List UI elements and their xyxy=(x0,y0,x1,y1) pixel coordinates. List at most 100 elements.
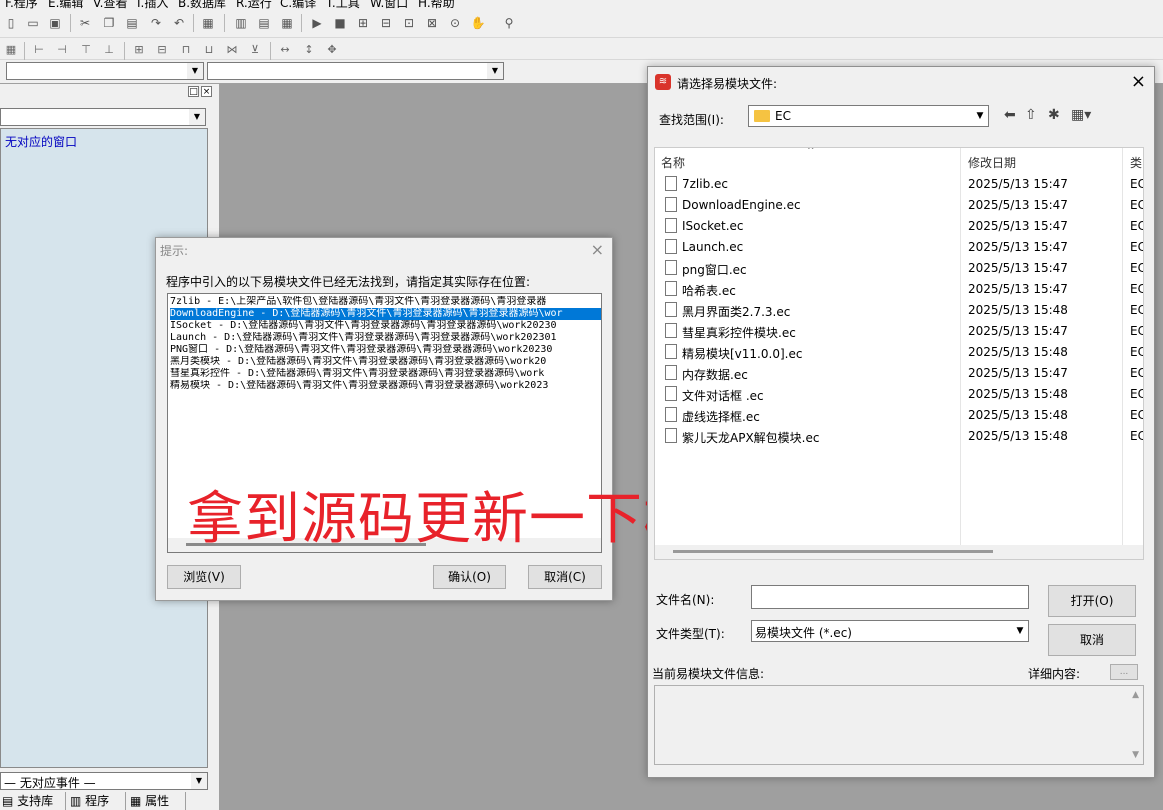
file-row[interactable]: 7zlib.ec 2025/5/13 15:47 EC xyxy=(655,174,1143,195)
list-item[interactable]: 黑月类模块 - D:\登陆器源码\青羽文件\青羽登录器源码\青羽登录器源码\wo… xyxy=(170,356,601,368)
find-icon[interactable]: ▦ xyxy=(199,14,217,32)
step-out-icon[interactable]: ⊡ xyxy=(400,14,418,32)
menu-database[interactable]: B.数据库 xyxy=(178,0,226,10)
details-button[interactable]: ... xyxy=(1110,664,1138,680)
open-button[interactable]: 打开(O) xyxy=(1048,585,1136,617)
file-row[interactable]: 内存数据.ec 2025/5/13 15:47 EC xyxy=(655,363,1143,384)
list-item-selected[interactable]: DownloadEngine - D:\登陆器源码\青羽文件\青羽登录器源码\青… xyxy=(170,308,601,320)
stop-icon[interactable]: ■ xyxy=(331,14,349,32)
file-row[interactable]: 紫儿天龙APX解包模块.ec 2025/5/13 15:48 EC xyxy=(655,426,1143,447)
cancel-button[interactable]: 取消 xyxy=(1048,624,1136,656)
undo-icon[interactable]: ↶ xyxy=(170,14,188,32)
file-list[interactable]: ^ 名称 修改日期 类 7zlib.ec 2025/5/13 15:47 EC … xyxy=(654,147,1144,560)
column-header-type[interactable]: 类 xyxy=(1130,154,1142,171)
file-row[interactable]: ISocket.ec 2025/5/13 15:47 EC xyxy=(655,216,1143,237)
hand-icon[interactable]: ✋ xyxy=(469,14,487,32)
list-item[interactable]: 精易模块 - D:\登陆器源码\青羽文件\青羽登录器源码\青羽登录器源码\wor… xyxy=(170,380,601,392)
menu-help[interactable]: H.帮助 xyxy=(418,0,455,10)
close-icon[interactable]: × xyxy=(591,240,604,259)
layout-2-icon[interactable]: ▤ xyxy=(255,14,273,32)
space-h-icon[interactable]: ⋈ xyxy=(223,40,241,58)
close-icon[interactable]: × xyxy=(201,86,212,97)
align-right-icon[interactable]: ⊣ xyxy=(53,40,71,58)
list-item[interactable]: ISocket - D:\登陆器源码\青羽文件\青羽登录器源码\青羽登录器源码\… xyxy=(170,320,601,332)
layout-1-icon[interactable]: ▥ xyxy=(232,14,250,32)
redo-icon[interactable]: ↷ xyxy=(147,14,165,32)
file-row[interactable]: DownloadEngine.ec 2025/5/13 15:47 EC xyxy=(655,195,1143,216)
file-icon xyxy=(665,323,677,338)
open-folder-icon[interactable]: ▭ xyxy=(24,14,42,32)
same-height-icon[interactable]: ⊓ xyxy=(177,40,195,58)
new-folder-icon[interactable]: ✱ xyxy=(1048,107,1060,123)
cancel-button[interactable]: 取消(C) xyxy=(528,565,602,589)
scroll-down-icon[interactable]: ▼ xyxy=(1132,750,1139,760)
method-combo[interactable]: ▼ xyxy=(207,62,504,80)
scrollbar-thumb[interactable] xyxy=(673,550,993,553)
center-v-icon[interactable]: ⊟ xyxy=(153,40,171,58)
tab-support-library[interactable]: ▤ 支持库 xyxy=(0,792,66,810)
file-row[interactable]: Launch.ec 2025/5/13 15:47 EC xyxy=(655,237,1143,258)
tab-program[interactable]: ▥ 程序 xyxy=(68,792,126,810)
back-arrow-icon[interactable]: ⬅ xyxy=(1004,107,1016,123)
horizontal-scrollbar[interactable] xyxy=(655,545,1143,559)
object-combo[interactable]: ▼ xyxy=(0,108,206,126)
close-icon[interactable]: × xyxy=(1131,71,1146,92)
menu-program[interactable]: F.程序 xyxy=(5,0,38,10)
binoculars-icon[interactable]: ⚲ xyxy=(500,14,518,32)
step-over-icon[interactable]: ⊟ xyxy=(377,14,395,32)
align-top-icon[interactable]: ⊤ xyxy=(77,40,95,58)
browse-button[interactable]: 浏览(V) xyxy=(167,565,241,589)
save-icon[interactable]: ▣ xyxy=(46,14,64,32)
scroll-up-icon[interactable]: ▲ xyxy=(1132,690,1139,700)
filename-input[interactable] xyxy=(751,585,1029,609)
list-item[interactable]: 7zlib - E:\上架产品\软件包\登陆器源码\青羽文件\青羽登录器源码\青… xyxy=(170,296,601,308)
restore-icon[interactable]: □ xyxy=(188,86,199,97)
file-row[interactable]: 精易模块[v11.0.0].ec 2025/5/13 15:48 EC xyxy=(655,342,1143,363)
new-file-icon[interactable]: ▯ xyxy=(2,14,20,32)
column-header-date[interactable]: 修改日期 xyxy=(968,154,1016,171)
filetype-select[interactable]: 易模块文件 (*.ec) ▼ xyxy=(751,620,1029,642)
center-h-icon[interactable]: ⊞ xyxy=(130,40,148,58)
same-width-icon[interactable]: ⊔ xyxy=(200,40,218,58)
menu-insert[interactable]: I.插入 xyxy=(137,0,168,10)
paste-icon[interactable]: ▤ xyxy=(123,14,141,32)
column-header-name[interactable]: 名称 xyxy=(661,154,685,171)
fit-width-icon[interactable]: ↔ xyxy=(276,40,294,58)
list-item[interactable]: Launch - D:\登陆器源码\青羽文件\青羽登录器源码\青羽登录器源码\w… xyxy=(170,332,601,344)
view-menu-icon[interactable]: ▦▾ xyxy=(1071,107,1091,123)
file-row[interactable]: 虚线选择框.ec 2025/5/13 15:48 EC xyxy=(655,405,1143,426)
event-combo[interactable]: — 无对应事件 — ▼ xyxy=(0,772,208,790)
class-combo[interactable]: ▼ xyxy=(6,62,204,80)
list-item[interactable]: 无对应的窗口 xyxy=(5,133,77,150)
file-row[interactable]: png窗口.ec 2025/5/13 15:47 EC xyxy=(655,258,1143,279)
menu-window[interactable]: W.窗口 xyxy=(370,0,408,10)
menu-compile[interactable]: C.编译 xyxy=(280,0,316,10)
align-bottom-icon[interactable]: ⊥ xyxy=(100,40,118,58)
ok-button[interactable]: 确认(O) xyxy=(433,565,506,589)
file-row[interactable]: 彗星真彩控件模块.ec 2025/5/13 15:47 EC xyxy=(655,321,1143,342)
file-row[interactable]: 哈希表.ec 2025/5/13 15:47 EC xyxy=(655,279,1143,300)
breakpoint-icon[interactable]: ⊙ xyxy=(446,14,464,32)
grid-icon[interactable]: ▦ xyxy=(2,40,20,58)
align-left-icon[interactable]: ⊢ xyxy=(30,40,48,58)
list-item[interactable]: PNG窗口 - D:\登陆器源码\青羽文件\青羽登录器源码\青羽登录器源码\wo… xyxy=(170,344,601,356)
up-folder-icon[interactable]: ⇧ xyxy=(1025,107,1037,123)
run-icon[interactable]: ▶ xyxy=(308,14,326,32)
run-to-cursor-icon[interactable]: ⊠ xyxy=(423,14,441,32)
menu-view[interactable]: V.查看 xyxy=(93,0,127,10)
tab-properties[interactable]: ▦ 属性 xyxy=(128,792,186,810)
list-item[interactable]: 彗星真彩控件 - D:\登陆器源码\青羽文件\青羽登录器源码\青羽登录器源码\w… xyxy=(170,368,601,380)
file-row[interactable]: 黑月界面类2.7.3.ec 2025/5/13 15:48 EC xyxy=(655,300,1143,321)
copy-icon[interactable]: ❐ xyxy=(100,14,118,32)
space-v-icon[interactable]: ⊻ xyxy=(246,40,264,58)
fit-height-icon[interactable]: ↕ xyxy=(300,40,318,58)
step-into-icon[interactable]: ⊞ xyxy=(354,14,372,32)
look-in-combo[interactable]: EC ▼ xyxy=(748,105,989,127)
menu-run[interactable]: R.运行 xyxy=(236,0,272,10)
layout-3-icon[interactable]: ▦ xyxy=(278,14,296,32)
fit-both-icon[interactable]: ✥ xyxy=(323,40,341,58)
cut-icon[interactable]: ✂ xyxy=(76,14,94,32)
menu-tools[interactable]: T.工具 xyxy=(326,0,360,10)
file-row[interactable]: 文件对话框 .ec 2025/5/13 15:48 EC xyxy=(655,384,1143,405)
menu-edit[interactable]: E.编辑 xyxy=(48,0,83,10)
